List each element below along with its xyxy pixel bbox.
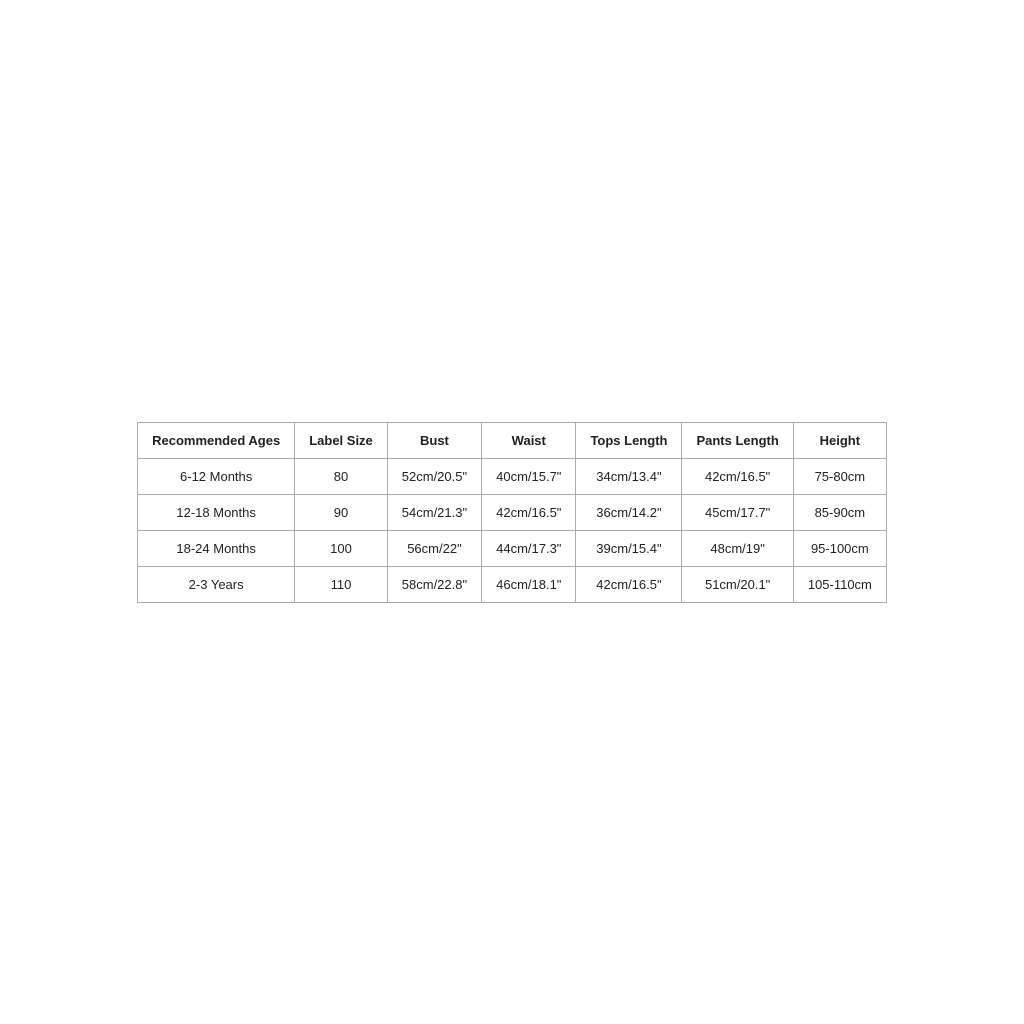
cell-waist: 46cm/18.1" xyxy=(482,566,576,602)
cell-label_size: 80 xyxy=(295,458,388,494)
cell-label_size: 100 xyxy=(295,530,388,566)
cell-pants_length: 48cm/19" xyxy=(682,530,793,566)
cell-height: 85-90cm xyxy=(793,494,886,530)
cell-waist: 42cm/16.5" xyxy=(482,494,576,530)
cell-tops_length: 36cm/14.2" xyxy=(576,494,682,530)
col-header-bust: Bust xyxy=(387,422,481,458)
cell-bust: 56cm/22" xyxy=(387,530,481,566)
cell-waist: 40cm/15.7" xyxy=(482,458,576,494)
table-row: 18-24 Months10056cm/22"44cm/17.3"39cm/15… xyxy=(138,530,887,566)
size-chart-table: Recommended Ages Label Size Bust Waist T… xyxy=(137,422,887,603)
cell-label_size: 110 xyxy=(295,566,388,602)
cell-tops_length: 39cm/15.4" xyxy=(576,530,682,566)
col-header-label-size: Label Size xyxy=(295,422,388,458)
col-header-height: Height xyxy=(793,422,886,458)
cell-age: 6-12 Months xyxy=(138,458,295,494)
table-row: 2-3 Years11058cm/22.8"46cm/18.1"42cm/16.… xyxy=(138,566,887,602)
cell-height: 75-80cm xyxy=(793,458,886,494)
col-header-pants-length: Pants Length xyxy=(682,422,793,458)
cell-bust: 52cm/20.5" xyxy=(387,458,481,494)
cell-age: 2-3 Years xyxy=(138,566,295,602)
table-container: Recommended Ages Label Size Bust Waist T… xyxy=(0,402,1024,623)
cell-label_size: 90 xyxy=(295,494,388,530)
cell-tops_length: 34cm/13.4" xyxy=(576,458,682,494)
cell-pants_length: 42cm/16.5" xyxy=(682,458,793,494)
col-header-waist: Waist xyxy=(482,422,576,458)
cell-age: 12-18 Months xyxy=(138,494,295,530)
table-row: 12-18 Months9054cm/21.3"42cm/16.5"36cm/1… xyxy=(138,494,887,530)
cell-bust: 58cm/22.8" xyxy=(387,566,481,602)
cell-age: 18-24 Months xyxy=(138,530,295,566)
cell-height: 105-110cm xyxy=(793,566,886,602)
cell-waist: 44cm/17.3" xyxy=(482,530,576,566)
cell-tops_length: 42cm/16.5" xyxy=(576,566,682,602)
cell-pants_length: 51cm/20.1" xyxy=(682,566,793,602)
cell-pants_length: 45cm/17.7" xyxy=(682,494,793,530)
col-header-recommended-ages: Recommended Ages xyxy=(138,422,295,458)
col-header-tops-length: Tops Length xyxy=(576,422,682,458)
table-row: 6-12 Months8052cm/20.5"40cm/15.7"34cm/13… xyxy=(138,458,887,494)
cell-bust: 54cm/21.3" xyxy=(387,494,481,530)
cell-height: 95-100cm xyxy=(793,530,886,566)
table-header-row: Recommended Ages Label Size Bust Waist T… xyxy=(138,422,887,458)
